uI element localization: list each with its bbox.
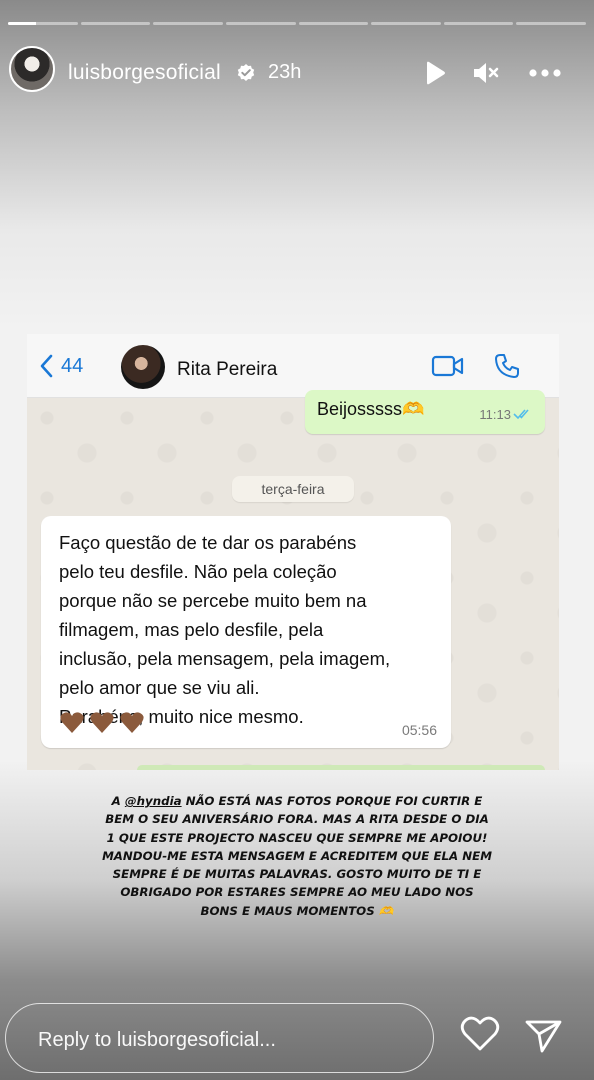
- brown-hearts-emoji: [59, 711, 145, 735]
- brown-heart-icon: [60, 712, 84, 733]
- story-header: luisborgesoficial 23h: [0, 44, 594, 100]
- progress-fill: [8, 22, 36, 25]
- outgoing-message: Beijosssss🫶 11:13: [305, 390, 545, 434]
- caption-prefix: A: [111, 794, 125, 808]
- progress-segment: [298, 22, 369, 25]
- brown-heart-icon: [90, 712, 114, 733]
- progress-segment: [516, 22, 586, 25]
- caption-text: NÃO ESTÁ NAS FOTOS PORQUE FOI CURTIR E B…: [102, 794, 492, 918]
- brown-heart-icon: [120, 712, 144, 733]
- incoming-time: 05:56: [401, 722, 437, 738]
- story-progress: [8, 22, 586, 25]
- incoming-text: Faço questão de te dar os parabéns pelo …: [59, 532, 391, 727]
- progress-segment: [8, 22, 78, 25]
- outgoing-time: 11:13: [479, 407, 511, 422]
- mute-button[interactable]: [471, 58, 501, 88]
- more-icon: [529, 69, 561, 77]
- reply-input[interactable]: Reply to luisborgesoficial...: [5, 1003, 434, 1073]
- next-message-edge: [137, 765, 545, 770]
- mute-icon: [474, 63, 499, 83]
- phone-call-icon: [493, 352, 521, 385]
- chat-screenshot: 44 Rita Pereira Beijosssss🫶 11:13 terça-…: [27, 334, 559, 770]
- heart-icon: [460, 1016, 500, 1051]
- progress-segment: [443, 22, 514, 25]
- more-button[interactable]: [527, 58, 563, 88]
- username[interactable]: luisborgesoficial: [68, 61, 221, 85]
- chevron-left-icon: [40, 354, 53, 378]
- like-button[interactable]: [460, 1016, 500, 1057]
- play-button[interactable]: [420, 58, 450, 88]
- reply-placeholder: Reply to luisborgesoficial...: [38, 1029, 276, 1051]
- story-caption: A @hyndia NÃO ESTÁ NAS FOTOS PORQUE FOI …: [100, 792, 494, 920]
- contact-name: Rita Pereira: [177, 359, 278, 380]
- progress-segment: [225, 22, 296, 25]
- contact-avatar: [121, 345, 165, 389]
- paper-plane-icon: [525, 1020, 562, 1053]
- mention-link[interactable]: @hyndia: [125, 794, 182, 808]
- play-icon: [427, 61, 445, 85]
- progress-segment: [80, 22, 151, 25]
- unread-count: 44: [61, 354, 84, 377]
- post-time: 23h: [268, 61, 302, 83]
- avatar[interactable]: [9, 46, 55, 92]
- incoming-message: Faço questão de te dar os parabéns pelo …: [41, 516, 451, 748]
- chat-body: Beijosssss🫶 11:13 terça-feira Faço quest…: [27, 390, 559, 770]
- day-separator: terça-feira: [232, 476, 354, 502]
- chat-header: 44 Rita Pereira: [27, 334, 559, 398]
- send-button[interactable]: [525, 1018, 563, 1059]
- progress-segment: [371, 22, 441, 25]
- video-call-icon: [431, 354, 465, 383]
- progress-segment: [153, 22, 223, 25]
- read-ticks-icon: [513, 407, 533, 425]
- outgoing-text: Beijosssss: [317, 399, 403, 419]
- back-button: 44: [39, 354, 83, 378]
- heart-hands-emoji: 🫶: [402, 399, 425, 419]
- verified-badge-icon: [236, 63, 256, 83]
